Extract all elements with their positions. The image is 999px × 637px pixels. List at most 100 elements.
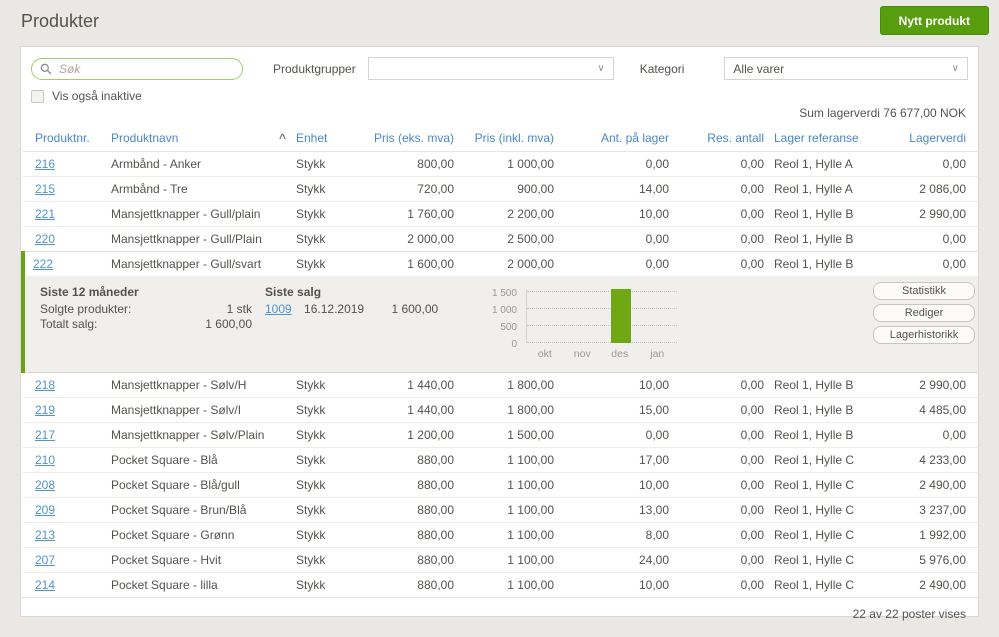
product-number-link[interactable]: 209 [35,503,55,517]
stock-value-cell: 2 490,00 [887,472,978,498]
product-table-row[interactable]: 222 Mansjettknapper - Gull/svart Stykk 1… [21,251,978,276]
reserved-qty-cell: 0,00 [674,522,769,548]
unit-cell: Stykk [291,151,361,177]
last-sale-date: 16.12.2019 [304,302,365,316]
chart-gridline: 500 [500,322,677,333]
price-inc-vat-cell: 2 200,00 [459,201,559,227]
col-pris-inkl-mva[interactable]: Pris (inkl. mva) [459,125,559,152]
col-ant-pa-lager[interactable]: Ant. på lager [559,125,674,152]
product-table-row[interactable]: 220 Mansjettknapper - Gull/Plain Stykk 2… [23,226,978,252]
product-table-row[interactable]: 221 Mansjettknapper - Gull/plain Stykk 1… [23,201,978,227]
invoice-link[interactable]: 1009 [265,302,292,316]
show-inactive-toggle[interactable]: Vis også inaktive [31,89,968,103]
stock-location-cell: Reol 1, Hylle A [769,151,887,177]
col-lagerverdi[interactable]: Lagerverdi [887,125,978,152]
price-inc-vat-cell: 1 100,00 [459,497,559,523]
statistics-button[interactable]: Statistikk [873,282,975,300]
product-number-link[interactable]: 216 [35,157,55,171]
col-enhet[interactable]: Enhet [291,125,361,152]
product-number-link[interactable]: 207 [35,553,55,567]
category-value: Alle varer [733,61,785,76]
product-table-row[interactable]: 217 Mansjettknapper - Sølv/Plain Stykk 1… [23,422,978,448]
stock-value-cell: 2 990,00 [887,201,978,227]
chart-y-tick-label: 1 000 [491,305,517,317]
unit-cell: Stykk [291,572,361,597]
product-name-cell: Armbånd - Anker [106,151,291,177]
stock-qty-cell: 10,00 [559,201,674,227]
last-sale-block: Siste salg 1009 16.12.2019 1 600,00 [265,285,438,317]
product-table-row[interactable]: 209 Pocket Square - Brun/Blå Stykk 880,0… [23,497,978,523]
search-input[interactable] [31,57,243,80]
sales-chart-xlabels: okt nov des jan [526,347,676,361]
stock-location-cell: Reol 1, Hylle C [769,522,887,548]
stock-location-cell: Reol 1, Hylle A [769,176,887,202]
product-number-link[interactable]: 221 [35,207,55,221]
product-number-link[interactable]: 213 [35,528,55,542]
product-table-row[interactable]: 218 Mansjettknapper - Sølv/H Stykk 1 440… [23,372,978,398]
product-number-link[interactable]: 214 [35,578,55,592]
product-table-row[interactable]: 213 Pocket Square - Grønn Stykk 880,00 1… [23,522,978,548]
reserved-qty-cell: 0,00 [674,372,769,398]
price-ex-vat-cell: 1 200,00 [361,422,459,448]
product-number-link[interactable]: 210 [35,453,55,467]
product-groups-select[interactable]: ∨ [367,57,614,80]
edit-button[interactable]: Rediger [873,304,975,322]
col-produktnr[interactable]: Produktnr. [23,125,106,152]
stock-location-cell: Reol 1, Hylle B [769,372,887,398]
product-table-row[interactable]: 214 Pocket Square - lilla Stykk 880,00 1… [23,572,978,597]
product-table-row[interactable]: 215 Armbånd - Tre Stykk 720,00 900,00 14… [23,176,978,202]
sum-stock-value: Sum lagerverdi 76 677,00 NOK [799,106,966,120]
product-number-link[interactable]: 222 [33,257,53,271]
reserved-qty-cell: 0,00 [674,547,769,573]
product-table-row[interactable]: 219 Mansjettknapper - Sølv/I Stykk 1 440… [23,397,978,423]
stock-qty-cell: 0,00 [559,422,674,448]
stock-value-cell: 0,00 [887,422,978,448]
product-table-row[interactable]: 208 Pocket Square - Blå/gull Stykk 880,0… [23,472,978,498]
reserved-qty-cell: 0,00 [674,572,769,597]
chart-bar [610,289,631,343]
filter-bar: Produktgrupper ∨ Kategori Alle varer ∨ V… [21,47,978,103]
sales-chart: 0 500 1 000 1 500 okt nov des jan [492,288,677,361]
product-name-cell: Pocket Square - Brun/Blå [106,497,291,523]
stock-value-cell: 2 990,00 [887,372,978,398]
stock-location-cell: Reol 1, Hylle C [769,547,887,573]
product-number-link[interactable]: 208 [35,478,55,492]
chevron-down-icon: ∨ [597,62,605,74]
category-select[interactable]: Alle varer ∨ [724,57,968,80]
price-ex-vat-cell: 880,00 [361,547,459,573]
price-ex-vat-cell: 1 440,00 [361,397,459,423]
col-res-antall[interactable]: Res. antall [674,125,769,152]
product-number-link[interactable]: 217 [35,428,55,442]
stock-history-button[interactable]: Lagerhistorikk [873,326,975,344]
products-table: Produktnr. Produktnavn ^ Enhet Pris (eks… [21,125,978,597]
price-inc-vat-cell: 2 000,00 [459,251,559,276]
stock-value-cell: 3 237,00 [887,497,978,523]
reserved-qty-cell: 0,00 [674,176,769,202]
col-lager-referanse[interactable]: Lager referanse [769,125,887,152]
stock-qty-cell: 15,00 [559,397,674,423]
col-pris-eks-mva[interactable]: Pris (eks. mva) [361,125,459,152]
product-number-link[interactable]: 220 [35,232,55,246]
col-produktnavn-label: Produktnavn [111,131,179,145]
stock-qty-cell: 0,00 [559,226,674,252]
unit-cell: Stykk [291,176,361,202]
product-table-row[interactable]: 207 Pocket Square - Hvit Stykk 880,00 1 … [23,547,978,573]
product-number-link[interactable]: 215 [35,182,55,196]
product-name-cell: Pocket Square - Hvit [106,547,291,573]
sort-ascending-icon[interactable]: ^ [279,131,286,145]
search-icon [40,63,52,74]
product-number-link[interactable]: 219 [35,403,55,417]
show-inactive-checkbox[interactable] [31,89,44,103]
col-produktnavn[interactable]: Produktnavn ^ [106,125,291,152]
sales-chart-plot: 0 500 1 000 1 500 [492,288,677,350]
chart-y-tick-label: 1 500 [491,288,517,300]
new-product-button[interactable]: Nytt produkt [879,6,989,35]
last-sale-title: Siste salg [265,285,322,299]
product-groups-label: Produktgrupper [273,61,356,76]
product-number-link[interactable]: 218 [35,378,55,392]
product-table-row[interactable]: 216 Armbånd - Anker Stykk 800,00 1 000,0… [23,151,978,177]
reserved-qty-cell: 0,00 [674,422,769,448]
product-table-row[interactable]: 210 Pocket Square - Blå Stykk 880,00 1 1… [23,447,978,473]
last-12-months-block: Siste 12 måneder Solgte produkter: 1 stk… [40,285,252,332]
price-inc-vat-cell: 900,00 [459,176,559,202]
